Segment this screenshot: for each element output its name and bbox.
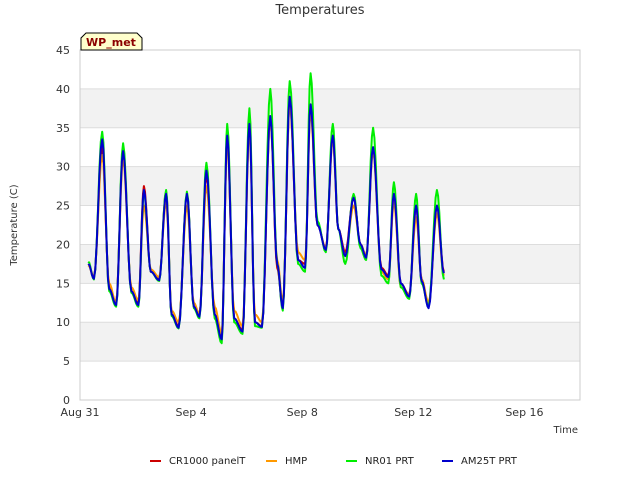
legend-label: HMP [285, 456, 307, 467]
legend: CR1000 panelT HMP NR01 PRT AM25T PRT [150, 456, 518, 467]
y-tick-label: 5 [63, 355, 70, 368]
y-tick-label: 45 [56, 44, 70, 57]
legend-label: AM25T PRT [461, 456, 518, 467]
grid-band [80, 205, 580, 245]
legend-label: CR1000 panelT [169, 456, 246, 467]
badge-label: WP_met [86, 36, 136, 49]
grid-band [80, 283, 580, 323]
temperature-chart: Temperatures 051015202530354045 Aug 31 Se… [9, 3, 581, 467]
x-axis: Aug 31 Sep 4 Sep 8 Sep 12 Sep 16 [61, 406, 544, 419]
y-axis: 051015202530354045 [56, 44, 70, 407]
y-tick-label: 30 [56, 161, 70, 174]
grid-band [80, 322, 580, 362]
y-tick-label: 35 [56, 122, 70, 135]
grid-band [80, 361, 580, 400]
y-tick-label: 25 [56, 200, 70, 213]
chart-title: Temperatures [274, 3, 364, 18]
x-tick-label: Sep 16 [505, 406, 543, 419]
y-tick-label: 20 [56, 238, 70, 251]
station-badge: WP_met [80, 32, 143, 51]
y-tick-label: 10 [56, 316, 70, 329]
legend-label: NR01 PRT [365, 456, 415, 467]
y-tick-label: 15 [56, 277, 70, 290]
y-tick-label: 40 [56, 83, 70, 96]
x-axis-label: Time [553, 425, 578, 436]
x-tick-label: Sep 8 [287, 406, 318, 419]
x-tick-label: Aug 31 [61, 406, 100, 419]
grid-band [80, 88, 580, 128]
plot-background [80, 50, 580, 400]
x-tick-label: Sep 4 [175, 406, 206, 419]
y-axis-label: Temperature (C) [9, 184, 20, 266]
x-tick-label: Sep 12 [394, 406, 432, 419]
grid-band [80, 50, 580, 89]
